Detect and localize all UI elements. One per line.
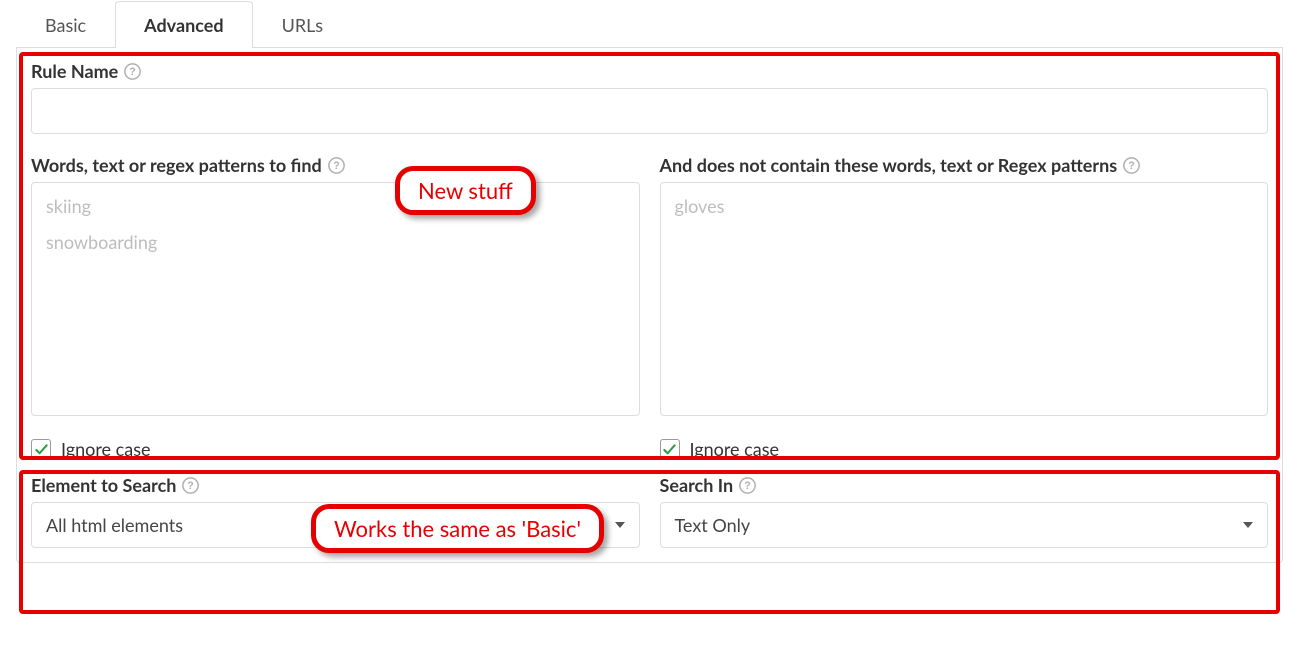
help-icon[interactable]: ? bbox=[328, 157, 345, 174]
caret-down-icon bbox=[1243, 522, 1253, 528]
element-to-search-value: All html elements bbox=[46, 514, 183, 536]
advanced-panel: Rule Name ? Words, text or regex pattern… bbox=[16, 48, 1283, 563]
exclude-words-tag[interactable]: gloves bbox=[675, 195, 1254, 217]
find-words-tag[interactable]: skiing bbox=[46, 195, 625, 217]
search-in-label-row: Search In ? bbox=[660, 474, 1269, 496]
exclude-words-label: And does not contain these words, text o… bbox=[660, 154, 1118, 176]
ignore-case-left-label: Ignore case bbox=[61, 438, 151, 460]
svg-text:?: ? bbox=[333, 160, 339, 172]
svg-text:?: ? bbox=[188, 480, 194, 492]
tab-basic[interactable]: Basic bbox=[16, 1, 115, 48]
help-icon[interactable]: ? bbox=[124, 63, 141, 80]
ignore-case-left-row: Ignore case bbox=[31, 438, 640, 460]
element-to-search-label: Element to Search bbox=[31, 474, 176, 496]
tab-urls[interactable]: URLs bbox=[253, 1, 352, 48]
exclude-words-label-row: And does not contain these words, text o… bbox=[660, 154, 1269, 176]
ignore-case-right-row: Ignore case bbox=[660, 438, 1269, 460]
find-words-input[interactable]: skiing snowboarding bbox=[31, 182, 640, 416]
ignore-case-left-checkbox[interactable] bbox=[31, 439, 51, 459]
rule-name-label: Rule Name bbox=[31, 60, 118, 82]
tab-advanced[interactable]: Advanced bbox=[115, 1, 252, 48]
search-in-select[interactable]: Text Only bbox=[660, 502, 1269, 548]
search-in-label: Search In bbox=[660, 474, 734, 496]
svg-text:?: ? bbox=[744, 480, 750, 492]
element-to-search-label-row: Element to Search ? bbox=[31, 474, 640, 496]
help-icon[interactable]: ? bbox=[182, 477, 199, 494]
caret-down-icon bbox=[615, 522, 625, 528]
ignore-case-right-label: Ignore case bbox=[690, 438, 780, 460]
exclude-words-input[interactable]: gloves bbox=[660, 182, 1269, 416]
svg-text:?: ? bbox=[130, 66, 136, 78]
find-words-label: Words, text or regex patterns to find bbox=[31, 154, 322, 176]
rule-name-input[interactable] bbox=[31, 88, 1268, 134]
svg-text:?: ? bbox=[1128, 160, 1134, 172]
search-in-value: Text Only bbox=[675, 514, 751, 536]
help-icon[interactable]: ? bbox=[739, 477, 756, 494]
find-words-label-row: Words, text or regex patterns to find ? bbox=[31, 154, 640, 176]
element-to-search-select[interactable]: All html elements bbox=[31, 502, 640, 548]
tabs-bar: Basic Advanced URLs bbox=[16, 0, 1283, 48]
ignore-case-right-checkbox[interactable] bbox=[660, 439, 680, 459]
find-words-tag[interactable]: snowboarding bbox=[46, 231, 625, 253]
help-icon[interactable]: ? bbox=[1123, 157, 1140, 174]
rule-name-label-row: Rule Name ? bbox=[31, 60, 1268, 82]
